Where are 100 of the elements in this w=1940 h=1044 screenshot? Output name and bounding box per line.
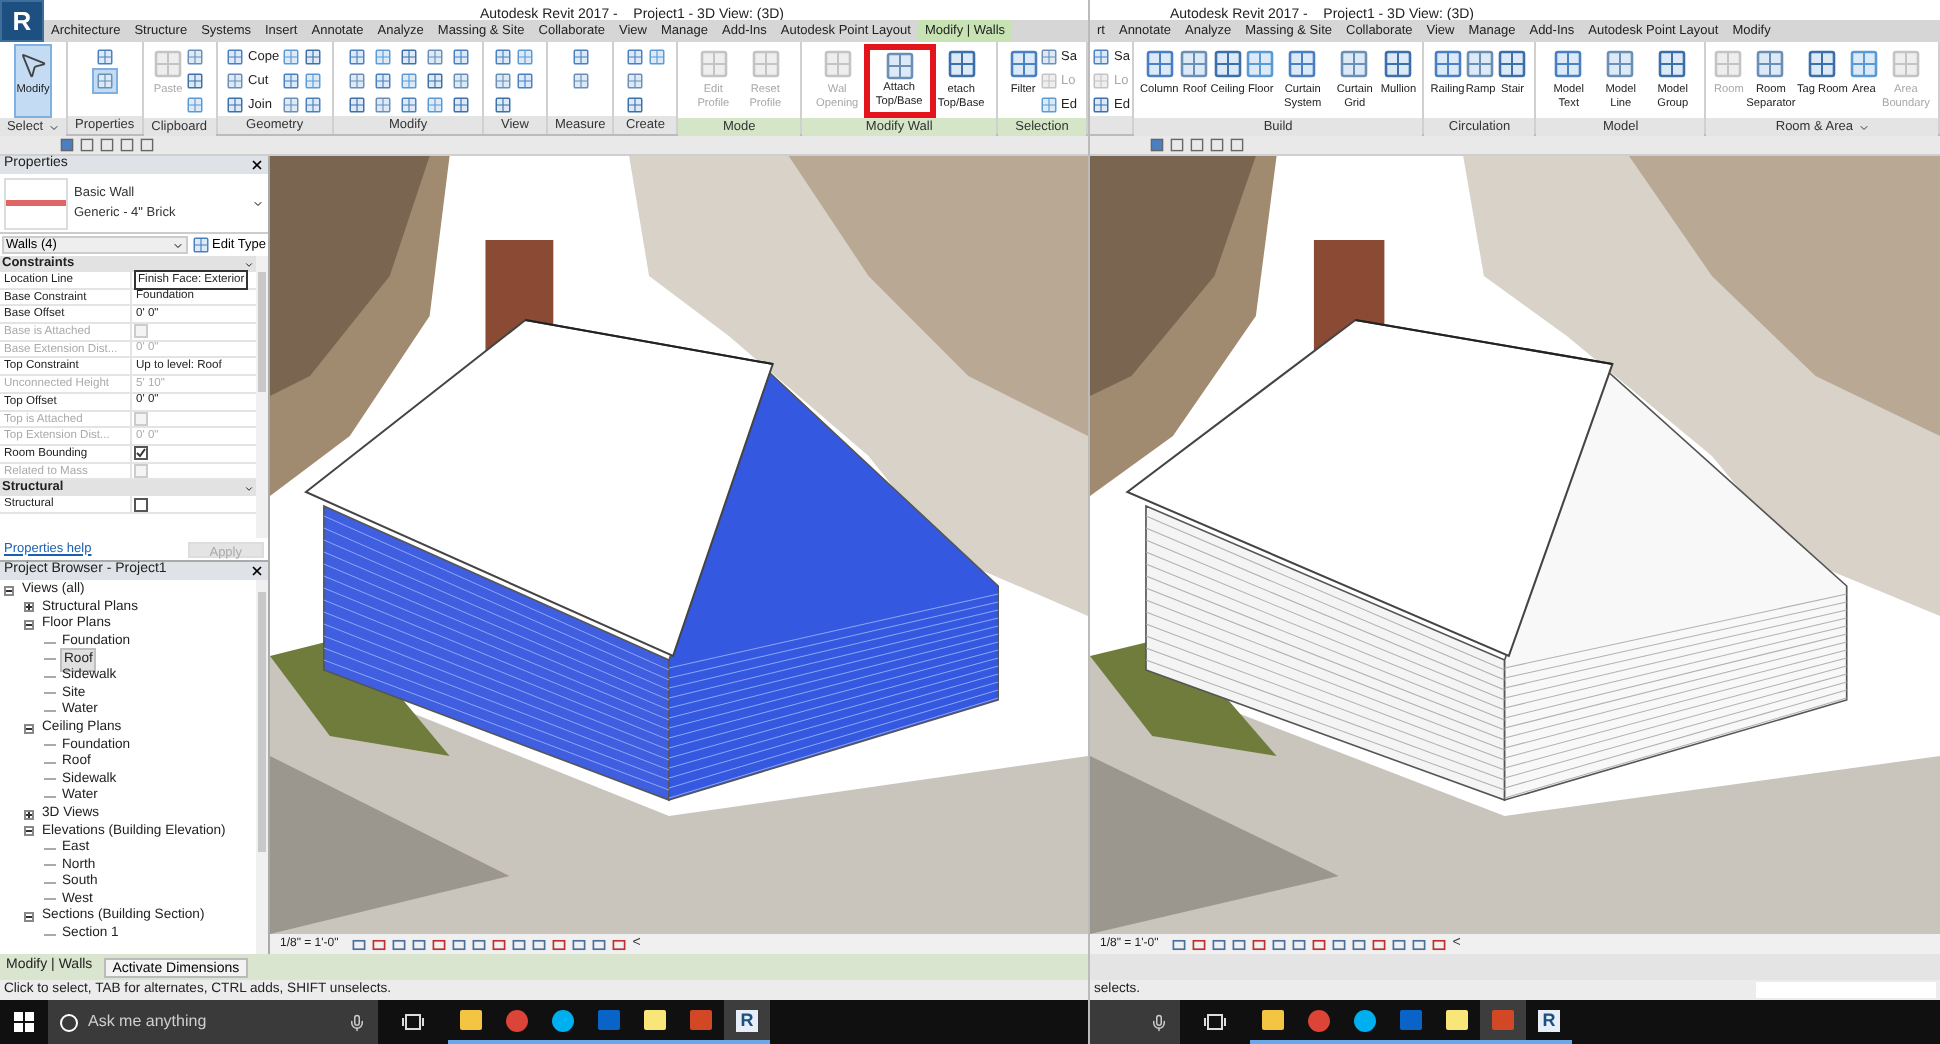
- ribbon-tool[interactable]: [279, 46, 302, 68]
- tool-icon: [1754, 48, 1787, 80]
- tool-icon: [1338, 48, 1371, 80]
- search-field[interactable]: Ask me anything: [88, 1010, 338, 1034]
- app-icon: R: [736, 1009, 758, 1031]
- collapse-icon[interactable]: [24, 723, 34, 734]
- tool-icon: [425, 96, 444, 114]
- collapse-icon[interactable]: [24, 826, 34, 837]
- ribbon-tool[interactable]: [623, 70, 646, 92]
- ribbon-tool[interactable]: [184, 94, 207, 116]
- collapse-icon[interactable]: [4, 585, 14, 596]
- tool-icon: [1431, 48, 1464, 80]
- task-view-icon[interactable]: [402, 1014, 424, 1030]
- scrollbar[interactable]: [256, 256, 268, 538]
- ribbon-tool[interactable]: [279, 70, 302, 92]
- close-icon[interactable]: [250, 564, 264, 578]
- tool-icon: [1496, 48, 1529, 80]
- ribbon-tool[interactable]: [623, 46, 646, 68]
- app-icon: [1262, 1010, 1284, 1030]
- app-icon: [598, 1010, 620, 1030]
- task-view-icon[interactable]: [1204, 1014, 1226, 1030]
- close-icon[interactable]: [250, 158, 264, 172]
- tool-icon: [625, 48, 644, 66]
- tool-icon: [625, 96, 644, 114]
- ribbon-tool[interactable]: [645, 46, 668, 68]
- scrollbar[interactable]: [256, 580, 268, 954]
- collapse-icon[interactable]: [24, 912, 34, 923]
- tool-icon: [281, 96, 300, 114]
- tool-icon: [516, 48, 535, 66]
- ribbon-tool[interactable]: [492, 94, 515, 116]
- tool-icon: [1244, 48, 1277, 80]
- tool-icon: [516, 72, 535, 90]
- ribbon-tool[interactable]: [569, 70, 592, 92]
- tool-icon: [494, 48, 513, 66]
- tool-icon: [226, 72, 245, 90]
- tool-icon: [1092, 48, 1110, 66]
- app-icon: [1400, 1010, 1422, 1030]
- ribbon-tool[interactable]: [301, 70, 324, 92]
- ribbon-tool[interactable]: [301, 46, 324, 68]
- tool-icon: [373, 96, 392, 114]
- search-box[interactable]: Ask me anything: [48, 1000, 378, 1044]
- tool-icon: [749, 48, 782, 80]
- ribbon-tool[interactable]: [184, 46, 207, 68]
- ribbon-tool[interactable]: [93, 70, 116, 92]
- tool-icon: [303, 96, 322, 114]
- tool-icon: [1039, 96, 1058, 114]
- microphone-icon[interactable]: [1150, 1013, 1168, 1031]
- tool-icon: [303, 48, 322, 66]
- ribbon-tool[interactable]: [623, 94, 646, 116]
- tool-icon: [1382, 48, 1415, 80]
- 3d-viewport[interactable]: [1090, 156, 1940, 934]
- checkbox[interactable]: [134, 446, 148, 461]
- tool-icon: [425, 48, 444, 66]
- app-icon: [460, 1010, 482, 1030]
- tool-icon: [1092, 96, 1110, 114]
- app-icon: [506, 1009, 528, 1031]
- tool-icon: [625, 72, 644, 90]
- tool-icon: [451, 48, 470, 66]
- expand-icon[interactable]: [24, 809, 34, 820]
- app-icon: [552, 1009, 574, 1031]
- tool-icon: [281, 72, 300, 90]
- search-icon: [60, 1013, 78, 1031]
- app-icon: [1446, 1010, 1468, 1030]
- ribbon-tool[interactable]: [93, 46, 116, 68]
- tool-icon: [1464, 48, 1497, 80]
- dropdown-icon: [252, 197, 264, 209]
- tool-icon: [373, 48, 392, 66]
- tool-icon: [571, 48, 590, 66]
- tool-icon: [1656, 48, 1689, 80]
- status-field[interactable]: [1756, 982, 1936, 998]
- tool-icon: [1178, 48, 1211, 80]
- tool-icon: [1889, 48, 1922, 80]
- tool-icon: [451, 96, 470, 114]
- ribbon-tool[interactable]: [492, 46, 515, 68]
- collapse-icon[interactable]: [244, 259, 254, 269]
- taskbar-app[interactable]: R: [1526, 1000, 1572, 1044]
- ribbon-tool[interactable]: [492, 70, 515, 92]
- collapse-icon[interactable]: [24, 619, 34, 630]
- ribbon-tool[interactable]: [184, 70, 207, 92]
- caret-icon: [172, 239, 185, 251]
- tool-icon: [347, 72, 366, 90]
- microphone-icon[interactable]: [348, 1013, 366, 1031]
- taskbar-app[interactable]: R: [724, 1000, 770, 1044]
- expand-icon[interactable]: [24, 602, 34, 613]
- tool-icon: [945, 48, 978, 80]
- checkbox[interactable]: [134, 497, 148, 512]
- app-icon: R: [1538, 1009, 1560, 1031]
- 3d-viewport[interactable]: [270, 156, 1088, 934]
- ribbon-tool[interactable]: [301, 94, 324, 116]
- ribbon-tool[interactable]: [514, 46, 537, 68]
- collapse-icon[interactable]: [244, 483, 254, 494]
- ribbon-tool[interactable]: [279, 94, 302, 116]
- tool-icon: [281, 48, 300, 66]
- tool-icon: [373, 72, 392, 90]
- app-logo[interactable]: R: [0, 0, 44, 42]
- ribbon-tool[interactable]: [569, 46, 592, 68]
- ribbon-tool[interactable]: [514, 70, 537, 92]
- check-icon: [136, 448, 146, 459]
- windows-logo-icon[interactable]: [14, 1012, 34, 1032]
- tool-icon: [425, 72, 444, 90]
